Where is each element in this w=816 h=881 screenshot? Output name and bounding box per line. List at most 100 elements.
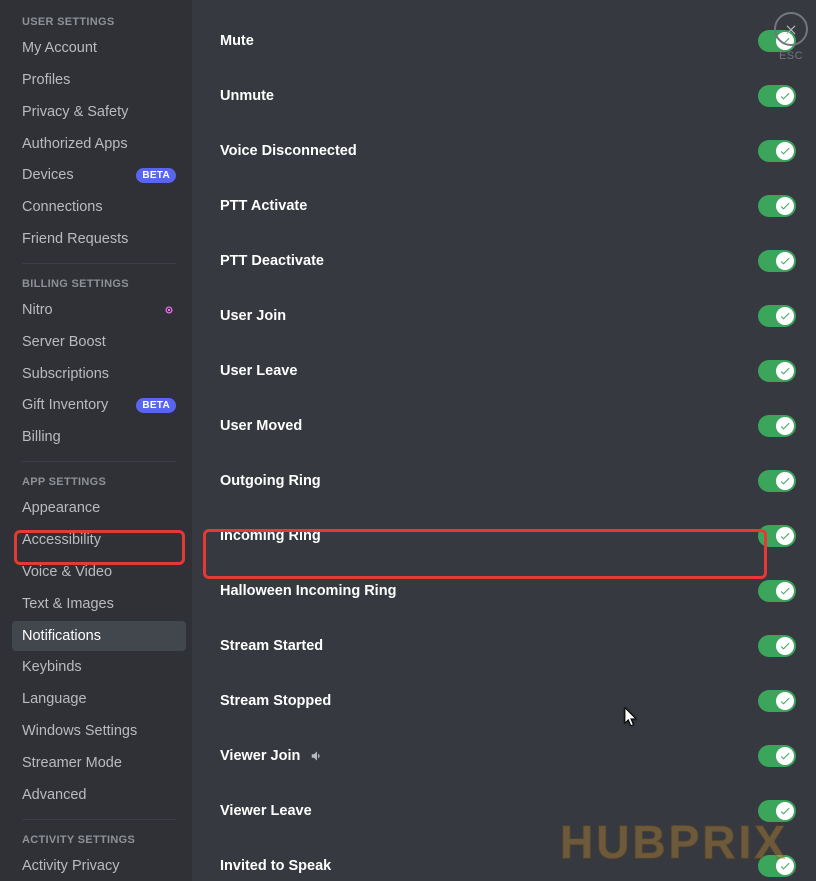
toggle-ptt-activate[interactable]: [758, 195, 796, 217]
sidebar-item-label: Windows Settings: [22, 722, 137, 741]
check-icon: [779, 310, 791, 322]
setting-label-text: Mute: [220, 33, 254, 49]
sidebar-item-language[interactable]: Language: [12, 684, 186, 715]
sidebar-item-advanced[interactable]: Advanced: [12, 780, 186, 811]
sidebar-item-gift-inventory[interactable]: Gift InventoryBETA: [12, 390, 186, 421]
sidebar-item-label: Activity Privacy: [22, 857, 120, 876]
sidebar-item-label: Text & Images: [22, 595, 114, 614]
toggle-stream-started[interactable]: [758, 635, 796, 657]
setting-label-text: Halloween Incoming Ring: [220, 583, 396, 599]
setting-label-text: User Moved: [220, 418, 302, 434]
sidebar-item-accessibility[interactable]: Accessibility: [12, 525, 186, 556]
setting-label: Outgoing Ring: [220, 473, 321, 489]
setting-label: Halloween Incoming Ring: [220, 583, 396, 599]
setting-label: Stream Stopped: [220, 693, 331, 709]
setting-row-viewer-join: Viewer Join: [220, 727, 796, 782]
toggle-voice-disconnected[interactable]: [758, 140, 796, 162]
setting-row-stream-stopped: Stream Stopped: [220, 672, 796, 727]
toggle-knob: [776, 417, 794, 435]
sidebar-item-nitro[interactable]: Nitro: [12, 295, 186, 326]
setting-row-user-leave: User Leave: [220, 342, 796, 397]
toggle-knob: [776, 692, 794, 710]
close-button[interactable]: [774, 12, 808, 46]
toggle-user-join[interactable]: [758, 305, 796, 327]
setting-label-text: PTT Activate: [220, 198, 307, 214]
toggle-invited-to-speak[interactable]: [758, 855, 796, 877]
setting-label-text: User Leave: [220, 363, 297, 379]
setting-label-text: Invited to Speak: [220, 858, 331, 874]
sidebar-item-keybinds[interactable]: Keybinds: [12, 652, 186, 683]
section-header: APP SETTINGS: [12, 470, 186, 492]
setting-row-incoming-ring: Incoming Ring: [220, 507, 796, 562]
check-icon: [779, 640, 791, 652]
toggle-user-moved[interactable]: [758, 415, 796, 437]
sidebar-item-billing[interactable]: Billing: [12, 422, 186, 453]
toggle-knob: [776, 857, 794, 875]
setting-label: User Moved: [220, 418, 302, 434]
sidebar-item-server-boost[interactable]: Server Boost: [12, 327, 186, 358]
toggle-incoming-ring[interactable]: [758, 525, 796, 547]
check-icon: [779, 695, 791, 707]
sidebar-item-label: Language: [22, 690, 87, 709]
toggle-unmute[interactable]: [758, 85, 796, 107]
setting-label: PTT Deactivate: [220, 253, 324, 269]
sidebar-item-label: Authorized Apps: [22, 135, 128, 154]
sidebar-item-devices[interactable]: DevicesBETA: [12, 160, 186, 191]
close-icon: [784, 22, 798, 36]
beta-badge: BETA: [136, 398, 176, 413]
sidebar-item-my-account[interactable]: My Account: [12, 33, 186, 64]
sidebar-item-connections[interactable]: Connections: [12, 192, 186, 223]
sidebar-item-notifications[interactable]: Notifications: [12, 621, 186, 652]
toggle-ptt-deactivate[interactable]: [758, 250, 796, 272]
sidebar-item-activity-privacy[interactable]: Activity Privacy: [12, 851, 186, 881]
sidebar-item-authorized-apps[interactable]: Authorized Apps: [12, 129, 186, 160]
sidebar-item-voice-video[interactable]: Voice & Video: [12, 557, 186, 588]
setting-row-ptt-deactivate: PTT Deactivate: [220, 232, 796, 287]
toggle-stream-stopped[interactable]: [758, 690, 796, 712]
setting-label-text: Unmute: [220, 88, 274, 104]
toggle-viewer-leave[interactable]: [758, 800, 796, 822]
sidebar-item-streamer-mode[interactable]: Streamer Mode: [12, 748, 186, 779]
toggle-user-leave[interactable]: [758, 360, 796, 382]
setting-label-text: Viewer Join: [220, 748, 300, 764]
sidebar-item-label: Voice & Video: [22, 563, 112, 582]
toggle-knob: [776, 472, 794, 490]
setting-label-text: Stream Stopped: [220, 693, 331, 709]
setting-label: Unmute: [220, 88, 274, 104]
setting-row-invited-to-speak: Invited to Speak: [220, 837, 796, 881]
esc-label: ESC: [779, 50, 803, 62]
nitro-icon: [162, 303, 176, 317]
toggle-knob: [776, 747, 794, 765]
check-icon: [779, 200, 791, 212]
setting-label-text: User Join: [220, 308, 286, 324]
setting-label: Viewer Leave: [220, 803, 312, 819]
setting-label: Voice Disconnected: [220, 143, 357, 159]
toggle-knob: [776, 527, 794, 545]
check-icon: [779, 750, 791, 762]
check-icon: [779, 420, 791, 432]
toggle-halloween-incoming-ring[interactable]: [758, 580, 796, 602]
toggle-knob: [776, 142, 794, 160]
check-icon: [779, 90, 791, 102]
check-icon: [779, 585, 791, 597]
sidebar-item-friend-requests[interactable]: Friend Requests: [12, 224, 186, 255]
setting-label: Viewer Join: [220, 748, 324, 764]
sidebar-item-text-images[interactable]: Text & Images: [12, 589, 186, 620]
toggle-knob: [776, 582, 794, 600]
section-header: ACTIVITY SETTINGS: [12, 828, 186, 850]
sidebar-item-appearance[interactable]: Appearance: [12, 493, 186, 524]
setting-label: Stream Started: [220, 638, 323, 654]
toggle-viewer-join[interactable]: [758, 745, 796, 767]
sidebar-item-windows-settings[interactable]: Windows Settings: [12, 716, 186, 747]
check-icon: [779, 255, 791, 267]
setting-label-text: Viewer Leave: [220, 803, 312, 819]
sidebar-item-profiles[interactable]: Profiles: [12, 65, 186, 96]
sidebar-item-privacy-safety[interactable]: Privacy & Safety: [12, 97, 186, 128]
toggle-outgoing-ring[interactable]: [758, 470, 796, 492]
sound-preview-icon[interactable]: [310, 749, 324, 763]
sidebar-item-label: Server Boost: [22, 333, 106, 352]
sidebar-item-label: Notifications: [22, 627, 101, 646]
setting-label: User Leave: [220, 363, 297, 379]
sidebar-item-subscriptions[interactable]: Subscriptions: [12, 359, 186, 390]
section-header: USER SETTINGS: [12, 10, 186, 32]
